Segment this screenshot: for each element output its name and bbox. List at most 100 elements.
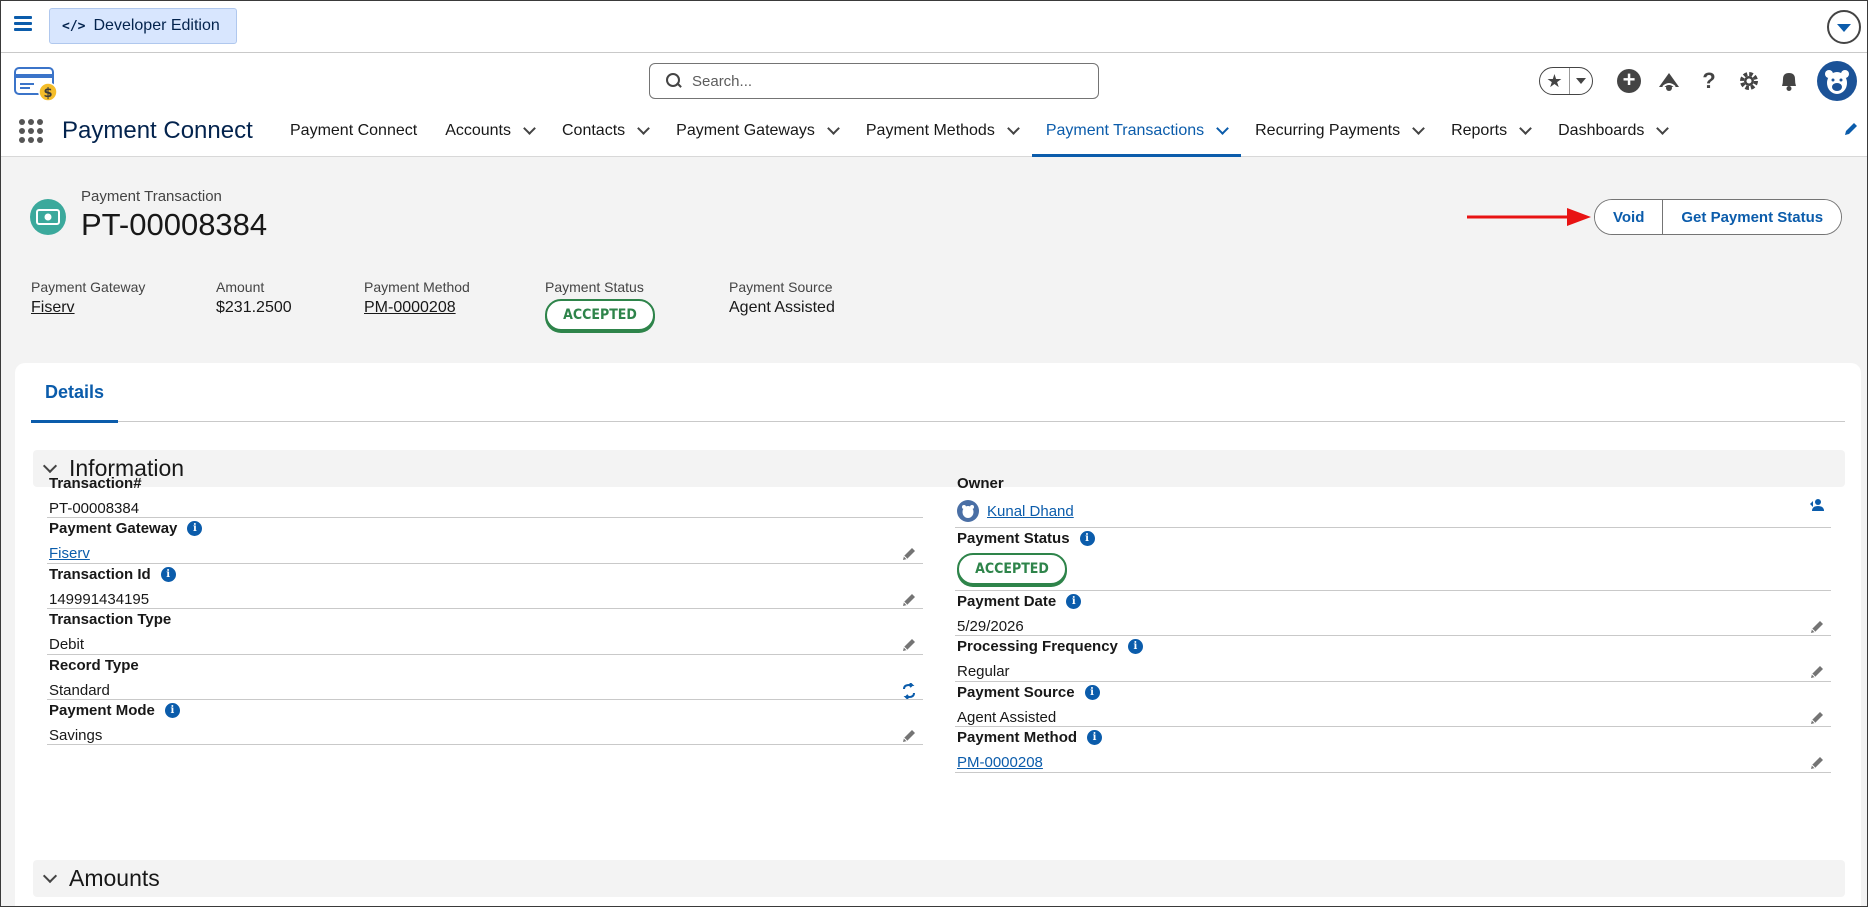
global-actions-button[interactable]: + xyxy=(1609,61,1649,101)
section-amounts-title: Amounts xyxy=(69,865,160,891)
field-value: Regular xyxy=(957,663,1010,681)
nav-item-payment-methods[interactable]: Payment Methods xyxy=(852,105,1032,157)
chevron-down-icon[interactable] xyxy=(637,122,651,135)
trailhead-button[interactable] xyxy=(1649,61,1689,101)
info-icon[interactable]: i xyxy=(164,703,180,718)
highlights-panel: Payment Gateway Fiserv Amount $231.2500 Paym… xyxy=(31,279,929,331)
field-value-row: Regular xyxy=(957,663,1010,680)
info-icon[interactable]: i xyxy=(160,566,176,582)
developer-edition-badge[interactable]: </> Developer Edition xyxy=(49,8,237,44)
plus-icon: + xyxy=(1617,69,1641,93)
highlight-label: Payment Gateway xyxy=(31,279,146,295)
highlight-link[interactable]: Fiserv xyxy=(31,299,216,317)
field-record-type: Record Type Standard xyxy=(47,655,923,700)
field-value-link[interactable]: Fiserv xyxy=(49,545,90,562)
favorites-menu-icon[interactable] xyxy=(1570,78,1592,84)
app-launcher-icon[interactable] xyxy=(19,119,43,143)
highlight-amount: Amount $231.2500 xyxy=(216,279,364,331)
field-transaction: Transaction# PT-00008384 xyxy=(47,473,923,519)
field-value-row: Standard xyxy=(49,682,110,699)
nav-item-label: Payment Connect xyxy=(290,122,418,139)
field-payment-method: Payment Method i PM-0000208 xyxy=(955,727,1831,773)
global-header: $ Search... ★ + ? Payment Connect Paymen… xyxy=(1,53,1867,157)
owner-avatar xyxy=(957,500,979,522)
notifications-bell-icon[interactable] xyxy=(1769,61,1809,101)
nav-item-dashboards[interactable]: Dashboards xyxy=(1544,105,1681,157)
pencil-icon[interactable] xyxy=(901,728,917,744)
field-value-link[interactable]: PM-0000208 xyxy=(957,754,1043,771)
highlight-value: Agent Assisted xyxy=(729,299,835,316)
help-icon[interactable]: ? xyxy=(1689,61,1729,101)
void-button[interactable]: Void xyxy=(1595,200,1663,234)
field-label: Payment Source xyxy=(957,683,1075,701)
field-label-row: Transaction# xyxy=(49,475,142,492)
nav-item-accounts[interactable]: Accounts xyxy=(431,105,548,157)
info-icon[interactable]: i xyxy=(1087,730,1103,746)
setup-gear-icon[interactable] xyxy=(1729,61,1769,101)
info-icon[interactable]: i xyxy=(1079,531,1095,546)
global-search[interactable]: Search... xyxy=(649,63,1099,99)
field-payment-status: Payment Status i ACCEPTED xyxy=(955,528,1831,591)
annotation-arrow-icon xyxy=(1467,208,1591,226)
chevron-down-icon[interactable] xyxy=(1656,122,1670,135)
field-payment-mode: Payment Mode i Savings xyxy=(47,700,923,746)
highlight-link[interactable]: PM-0000208 xyxy=(364,299,545,317)
pencil-icon[interactable] xyxy=(1809,710,1825,726)
pencil-icon[interactable] xyxy=(901,546,917,562)
info-icon[interactable]: i xyxy=(1066,594,1082,609)
edit-nav-pencil-icon[interactable] xyxy=(1843,121,1859,137)
field-value: Debit xyxy=(49,636,85,654)
section-amounts-header[interactable]: Amounts xyxy=(33,860,1845,897)
pencil-icon[interactable] xyxy=(1809,664,1825,680)
field-label: Record Type xyxy=(49,656,139,674)
star-icon[interactable]: ★ xyxy=(1540,68,1570,94)
field-label: Owner xyxy=(957,475,1004,492)
info-icon[interactable]: i xyxy=(187,521,203,537)
chevron-down-icon[interactable] xyxy=(1827,10,1861,44)
nav-item-contacts[interactable]: Contacts xyxy=(548,105,662,157)
field-value-row: Agent Assisted xyxy=(957,709,1056,726)
user-avatar[interactable] xyxy=(1817,61,1857,101)
field-payment-source: Payment Source i Agent Assisted xyxy=(955,682,1831,728)
highlight-payment-gateway: Payment Gateway Fiserv xyxy=(31,279,216,331)
highlight-value: $231.2500 xyxy=(216,299,292,316)
highlight-label: Payment Method xyxy=(364,279,470,295)
field-value-row: ACCEPTED xyxy=(957,553,1067,585)
chevron-down-icon[interactable] xyxy=(1006,122,1020,135)
chevron-down-icon[interactable] xyxy=(523,122,536,135)
status-badge: ACCEPTED xyxy=(957,553,1067,585)
field-transaction-type: Transaction Type Debit xyxy=(47,609,923,655)
highlight-label: Payment Source xyxy=(729,279,833,295)
developer-bar: </> Developer Edition xyxy=(1,1,1867,53)
get-payment-status-button[interactable]: Get Payment Status xyxy=(1662,200,1842,234)
pencil-icon[interactable] xyxy=(1809,755,1825,771)
chevron-down-icon[interactable] xyxy=(1412,122,1425,135)
tab-details[interactable]: Details xyxy=(31,363,119,423)
change-owner-icon[interactable] xyxy=(1809,497,1825,513)
field-label: Payment Date xyxy=(957,593,1057,610)
nav-item-payment-transactions[interactable]: Payment Transactions xyxy=(1031,105,1242,157)
nav-item-payment-connect[interactable]: Payment Connect xyxy=(276,105,431,157)
field-value-row: PM-0000208 xyxy=(957,754,1043,771)
chevron-down-icon[interactable] xyxy=(1519,122,1532,135)
owner-link[interactable]: Kunal Dhand xyxy=(987,503,1074,520)
field-label: Payment Status xyxy=(957,530,1070,547)
nav-item-payment-gateways[interactable]: Payment Gateways xyxy=(662,105,852,157)
change-record-type-icon[interactable] xyxy=(901,682,917,699)
pencil-icon[interactable] xyxy=(901,637,917,653)
nav-item-label: Accounts xyxy=(445,122,511,139)
favorites-button[interactable]: ★ xyxy=(1539,67,1593,95)
app-name: Payment Connect xyxy=(62,117,253,144)
record-detail-card: Details Information Transaction# PT-00008… xyxy=(15,363,1861,906)
highlight-label: Payment Status xyxy=(545,279,644,295)
nav-item-recurring-payments[interactable]: Recurring Payments xyxy=(1241,105,1437,157)
field-label-row: Payment Status i xyxy=(957,530,1095,547)
pencil-icon[interactable] xyxy=(901,592,917,608)
chevron-down-icon[interactable] xyxy=(1216,122,1229,135)
menu-icon[interactable] xyxy=(14,16,32,32)
info-icon[interactable]: i xyxy=(1127,639,1143,655)
chevron-down-icon[interactable] xyxy=(827,122,840,135)
pencil-icon[interactable] xyxy=(1809,619,1825,635)
info-icon[interactable]: i xyxy=(1084,684,1100,700)
nav-item-reports[interactable]: Reports xyxy=(1437,105,1544,157)
